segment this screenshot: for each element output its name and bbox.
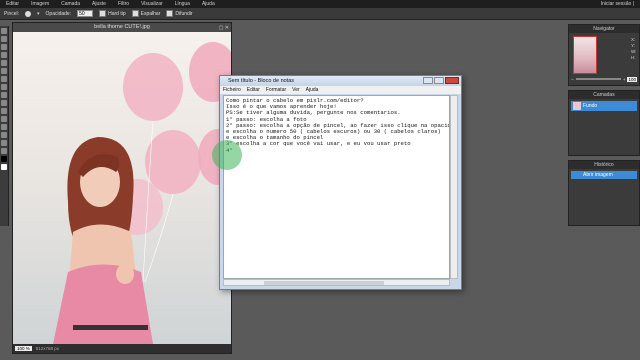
hard-tip-option[interactable]: Hard tip	[99, 10, 126, 17]
dress	[53, 264, 153, 344]
toolbox	[0, 26, 9, 226]
navigator-zoom-value[interactable]: 100	[627, 76, 637, 82]
eraser-tool-icon[interactable]	[1, 76, 7, 82]
notepad-text-area[interactable]: Como pintar o cabelo em pixlr.com/editor…	[223, 95, 450, 279]
cursor-highlight	[212, 140, 242, 170]
secondary-color-swatch[interactable]	[1, 164, 7, 170]
layer-row[interactable]: Fundo	[571, 101, 637, 111]
hand-tool-icon[interactable]	[1, 132, 7, 138]
navigator-title: Navigator	[569, 25, 639, 33]
hand	[116, 264, 134, 284]
smudge-tool-icon[interactable]	[1, 116, 7, 122]
zoom-field[interactable]: 100 %	[15, 346, 32, 351]
menu-ajuste[interactable]: Ajuste	[86, 1, 112, 7]
zoom-in-icon[interactable]: +	[623, 77, 626, 82]
hard-tip-checkbox[interactable]	[99, 10, 107, 17]
image-canvas[interactable]	[13, 32, 231, 344]
image-window-title: bella thorne CUTE!.jpg	[94, 24, 150, 30]
notepad-menu-ver[interactable]: Ver	[292, 86, 300, 94]
layers-title: Camadas	[569, 91, 639, 99]
blur-option[interactable]: Difundir	[166, 10, 193, 17]
move-tool-icon[interactable]	[1, 28, 7, 34]
brush-preset-icon[interactable]	[25, 10, 32, 17]
scrollbar-thumb[interactable]	[264, 281, 384, 285]
navigator-zoom-row: − + 100	[571, 76, 637, 82]
image-size-label: 512x768 px	[35, 346, 60, 351]
menu-camada[interactable]: Camada	[55, 1, 86, 7]
text-line: 4°	[226, 147, 447, 154]
clone-tool-icon[interactable]	[1, 100, 7, 106]
brush-tool-icon[interactable]	[1, 68, 7, 74]
menu-imagem[interactable]: Imagem	[25, 1, 55, 7]
vertical-scrollbar[interactable]	[450, 95, 458, 279]
text-tool-icon[interactable]	[1, 124, 7, 130]
layer-thumbnail	[573, 102, 581, 110]
marquee-tool-icon[interactable]	[1, 36, 7, 42]
notepad-menubar: Ficheiro Editar Formatar Ver Ajuda	[220, 86, 461, 94]
lasso-tool-icon[interactable]	[1, 44, 7, 50]
menu-ajuda[interactable]: Ajuda	[196, 1, 221, 7]
opacity-input[interactable]: 50	[77, 10, 94, 17]
spread-checkbox[interactable]	[131, 10, 139, 17]
image-status-bar: 100 % 512x768 px	[13, 344, 231, 353]
spread-option[interactable]: Espalhar	[131, 10, 161, 17]
menu-filtro[interactable]: Filtro	[112, 1, 135, 7]
zoom-out-icon[interactable]: −	[571, 77, 574, 82]
menu-editar[interactable]: Editar	[0, 1, 25, 7]
history-item[interactable]: Abrir imagem	[571, 171, 637, 179]
layers-panel: Camadas Fundo	[568, 90, 640, 156]
minimize-button[interactable]	[423, 77, 433, 84]
wand-tool-icon[interactable]	[1, 60, 7, 66]
h-label: H:	[631, 55, 636, 60]
login-link[interactable]: Iniciar sessão |	[601, 1, 640, 7]
history-panel: Histórico Abrir imagem	[568, 160, 640, 226]
navigator-coords: X: Y: W: H:	[631, 37, 636, 61]
horizontal-scrollbar[interactable]	[223, 279, 450, 286]
opacity-label: Opacidade:	[45, 10, 72, 17]
gradient-tool-icon[interactable]	[1, 92, 7, 98]
spread-label: Espalhar	[140, 10, 161, 17]
image-window-titlebar[interactable]: bella thorne CUTE!.jpg ▢ ✕	[13, 23, 231, 32]
notepad-menu-editar[interactable]: Editar	[247, 86, 260, 94]
notepad-window: Sem título - Bloco de notas Ficheiro Edi…	[219, 75, 462, 290]
brush-dropdown-icon[interactable]: ▾	[37, 11, 40, 17]
notepad-menu-ajuda[interactable]: Ajuda	[306, 86, 319, 94]
navigator-thumbnail[interactable]	[573, 36, 597, 74]
eyedropper-tool-icon[interactable]	[1, 148, 7, 154]
balloon	[145, 130, 201, 194]
notepad-title: Sem título - Bloco de notas	[228, 78, 295, 84]
image-window: bella thorne CUTE!.jpg ▢ ✕ 100 % 512x768…	[12, 22, 232, 354]
history-title: Histórico	[569, 161, 639, 169]
menu-lingua[interactable]: Língua	[169, 1, 196, 7]
notepad-menu-ficheiro[interactable]: Ficheiro	[223, 86, 241, 94]
notepad-menu-formatar[interactable]: Formatar	[266, 86, 286, 94]
blur-checkbox[interactable]	[166, 10, 174, 17]
notepad-titlebar[interactable]: Sem título - Bloco de notas	[220, 76, 461, 86]
belt	[73, 325, 148, 330]
bucket-tool-icon[interactable]	[1, 84, 7, 90]
photo-artwork	[53, 42, 231, 344]
zoom-tool-icon[interactable]	[1, 140, 7, 146]
brush-label: Pincel:	[4, 10, 20, 17]
crop-tool-icon[interactable]	[1, 52, 7, 58]
tool-options-bar: Pincel: ▾ Opacidade: 50 Hard tip Espalha…	[0, 8, 640, 20]
zoom-slider[interactable]	[575, 78, 621, 80]
balloon	[123, 53, 183, 121]
maximize-button[interactable]	[434, 77, 444, 84]
menu-visualizar[interactable]: Visualizar	[135, 1, 169, 7]
hard-tip-label: Hard tip	[108, 10, 126, 17]
close-button[interactable]	[445, 77, 459, 84]
primary-color-swatch[interactable]	[1, 156, 7, 162]
main-menubar: Editar Imagem Camada Ajuste Filtro Visua…	[0, 0, 640, 8]
blur-tool-icon[interactable]	[1, 108, 7, 114]
blur-label: Difundir	[175, 10, 193, 17]
layer-name: Fundo	[583, 103, 598, 109]
navigator-panel: Navigator X: Y: W: H: − + 100	[568, 24, 640, 86]
